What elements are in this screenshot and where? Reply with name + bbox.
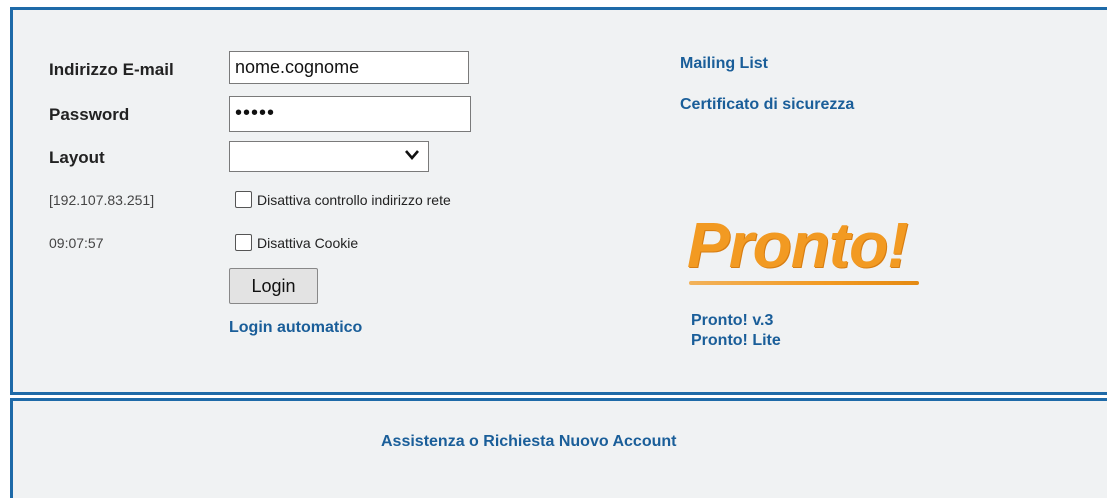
- login-button[interactable]: Login: [229, 268, 318, 304]
- pronto-logo-text: Pronto!: [687, 209, 908, 281]
- login-panel: Indirizzo E-mail Password ••••• Layout […: [10, 7, 1107, 395]
- chevron-down-icon: [405, 150, 419, 160]
- disable-network-check-option[interactable]: Disattiva controllo indirizzo rete: [235, 191, 451, 208]
- password-label: Password: [49, 105, 130, 124]
- footer-panel: Assistenza o Richiesta Nuovo Account: [10, 398, 1107, 498]
- disable-cookie-checkbox[interactable]: [235, 234, 252, 251]
- disable-cookie-label: Disattiva Cookie: [257, 234, 359, 251]
- pronto-logo: Pronto!: [687, 209, 919, 285]
- security-certificate-link[interactable]: Certificato di sicurezza: [680, 96, 854, 114]
- password-field[interactable]: •••••: [229, 96, 471, 132]
- pronto-lite-link[interactable]: Pronto! Lite: [691, 332, 781, 350]
- disable-network-check-checkbox[interactable]: [235, 191, 252, 208]
- pronto-logo-underline: [689, 281, 919, 285]
- auto-login-link[interactable]: Login automatico: [229, 319, 362, 337]
- time-text: 09:07:57: [49, 235, 104, 251]
- pronto-v3-link[interactable]: Pronto! v.3: [691, 312, 773, 330]
- layout-select[interactable]: [229, 141, 429, 172]
- mailing-list-link[interactable]: Mailing List: [680, 55, 768, 73]
- email-label: Indirizzo E-mail: [49, 60, 174, 79]
- disable-cookie-option[interactable]: Disattiva Cookie: [235, 234, 358, 251]
- layout-label: Layout: [49, 148, 105, 167]
- ip-address-text: [192.107.83.251]: [49, 192, 155, 208]
- disable-network-check-label: Disattiva controllo indirizzo rete: [257, 191, 451, 208]
- support-new-account-link[interactable]: Assistenza o Richiesta Nuovo Account: [381, 433, 676, 451]
- email-field[interactable]: [229, 51, 469, 84]
